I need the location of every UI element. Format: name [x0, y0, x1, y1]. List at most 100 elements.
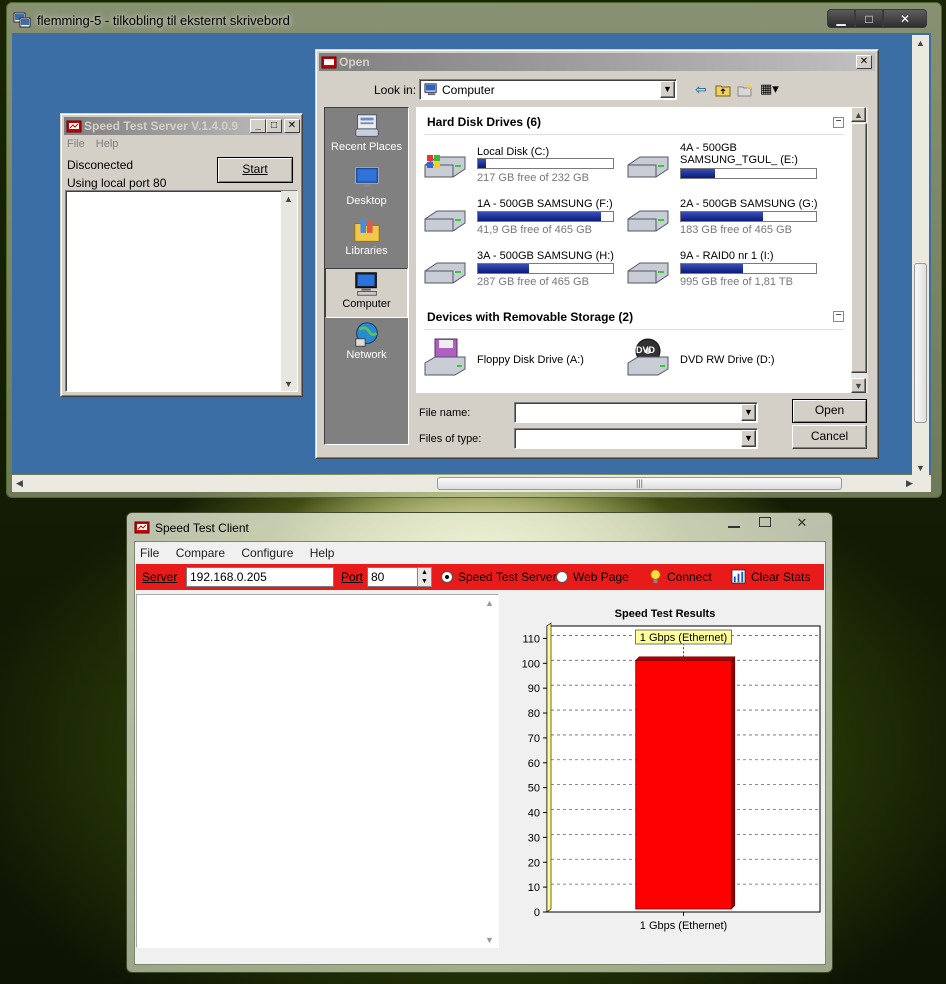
speed-test-server-option[interactable]: Speed Test Server	[458, 570, 557, 584]
minimize-button[interactable]: ▁	[827, 9, 855, 28]
scroll-up-arrow-icon[interactable]: ▲	[851, 107, 866, 122]
server-input[interactable]	[186, 567, 334, 587]
scroll-up-arrow-icon[interactable]: ▲	[482, 595, 497, 610]
server-minimize-button[interactable]: _	[250, 119, 266, 133]
scroll-down-arrow-icon[interactable]: ▼	[482, 932, 497, 947]
desktop-icon	[354, 167, 379, 187]
client-log-box[interactable]: ▲ ▼	[136, 594, 499, 948]
client-log-scrollbar[interactable]: ▲ ▼	[482, 595, 498, 947]
collapse-removable-icon[interactable]: −	[833, 311, 844, 322]
close-button[interactable]: ✕	[883, 9, 927, 28]
drive-usage-bar	[477, 263, 614, 274]
place-computer[interactable]: Computer	[325, 268, 408, 318]
chart-annotation: 1 Gbps (Ethernet)	[640, 632, 727, 644]
place-recent-places[interactable]: Recent Places	[325, 110, 408, 160]
hard-drive-icon	[627, 156, 669, 178]
view-menu-icon[interactable]: ▦▾	[760, 81, 779, 97]
place-libraries[interactable]: Libraries	[325, 216, 408, 266]
clear-stats-icon[interactable]	[731, 569, 746, 584]
drive-usage-fill	[478, 159, 487, 168]
place-network[interactable]: Network	[325, 320, 408, 370]
web-page-option[interactable]: Web Page	[573, 570, 629, 584]
chart-title: Speed Test Results	[615, 608, 716, 620]
server-menu-file[interactable]: File	[67, 138, 85, 150]
scroll-down-arrow-icon[interactable]: ▼	[851, 378, 866, 393]
drive-usage-bar	[477, 211, 614, 222]
server-maximize-button[interactable]: □	[266, 119, 282, 133]
client-close-button[interactable]: ✕	[791, 515, 813, 530]
recent-places-icon	[354, 114, 379, 137]
server-menu-help[interactable]: Help	[96, 138, 119, 150]
cancel-button[interactable]: Cancel	[792, 425, 867, 449]
scroll-up-arrow-icon[interactable]: ▲	[913, 35, 928, 50]
drive-usage-fill	[681, 264, 744, 273]
chevron-down-icon[interactable]: ▼	[741, 430, 756, 447]
chevron-down-icon[interactable]: ▼	[741, 404, 756, 421]
scroll-down-arrow-icon[interactable]: ▼	[913, 460, 928, 475]
menu-configure[interactable]: Configure	[241, 546, 293, 560]
drive-usage-bar	[477, 158, 614, 169]
place-desktop[interactable]: Desktop	[325, 164, 408, 214]
open-button[interactable]: Open	[792, 399, 867, 423]
remote-vertical-scrollbar[interactable]: ▲ ▼	[912, 35, 929, 475]
server-close-button[interactable]: ✕	[284, 119, 300, 133]
lightbulb-icon[interactable]	[648, 569, 663, 584]
maximize-button[interactable]: □	[855, 9, 883, 28]
remote-horizontal-scrollbar[interactable]: ◀ ||| ▶	[12, 475, 931, 492]
speed-test-server-radio[interactable]	[441, 571, 453, 583]
remote-desktop-icon	[13, 12, 31, 28]
scroll-left-arrow-icon[interactable]: ◀	[12, 476, 27, 491]
collapse-hdd-icon[interactable]: −	[833, 117, 844, 128]
open-dialog: Open ✕ Look in: Computer ▼ ⇦ ▦▾ Recent P…	[315, 49, 879, 459]
server-title: Speed Test Server V.1.4.0.9	[84, 119, 239, 133]
look-in-select[interactable]: Computer ▼	[419, 79, 677, 100]
chart-bar-side	[730, 656, 736, 910]
network-icon	[354, 322, 378, 347]
clear-stats-button[interactable]: Clear Stats	[751, 570, 810, 584]
chart-y-tick-label: 90	[528, 683, 540, 695]
up-folder-icon[interactable]	[715, 82, 731, 98]
menu-file[interactable]: File	[140, 546, 159, 560]
file-list-scrollbar[interactable]: ▲ ▼	[851, 107, 868, 393]
client-body: File Compare Configure Help Server Port …	[134, 541, 826, 965]
drive-name: 9A - RAID0 nr 1 (I:)	[680, 250, 774, 262]
new-folder-icon[interactable]	[737, 82, 753, 98]
server-log-scrollbar[interactable]: ▲ ▼	[281, 191, 297, 391]
drive-name: Floppy Disk Drive (A:)	[477, 354, 584, 366]
chart-y-tick-label: 80	[528, 708, 540, 720]
files-of-type-select[interactable]: ▼	[514, 428, 758, 449]
chevron-down-icon[interactable]: ▼	[660, 81, 675, 98]
drive-free-text: 995 GB free of 1,81 TB	[680, 276, 793, 288]
back-icon[interactable]: ⇦	[695, 81, 707, 98]
hard-drive-icon	[627, 210, 669, 232]
menu-help[interactable]: Help	[310, 546, 335, 560]
client-title: Speed Test Client	[155, 521, 249, 535]
file-list[interactable]: Hard Disk Drives (6) − Local Disk (C:) 2…	[416, 107, 868, 393]
scroll-right-arrow-icon[interactable]: ▶	[902, 476, 917, 491]
web-page-radio[interactable]	[556, 571, 568, 583]
file-list-scroll-thumb[interactable]	[851, 123, 867, 373]
computer-large-icon	[354, 272, 377, 296]
remote-vertical-scroll-thumb[interactable]	[914, 263, 927, 423]
drive-free-text: 217 GB free of 232 GB	[477, 172, 589, 184]
server-log-box[interactable]: ▲ ▼	[65, 190, 298, 392]
scroll-up-arrow-icon[interactable]: ▲	[281, 191, 296, 206]
look-in-label: Look in:	[374, 83, 417, 97]
client-maximize-button[interactable]	[759, 517, 771, 527]
port-input[interactable]	[367, 567, 419, 587]
remote-desktop-area[interactable]: Speed Test Server V.1.4.0.9 _ □ ✕ File H…	[12, 33, 931, 474]
file-name-input[interactable]: ▼	[514, 402, 758, 423]
port-stepper[interactable]: ▲ ▼	[417, 567, 432, 587]
menu-compare[interactable]: Compare	[176, 546, 225, 560]
start-button[interactable]: Start	[217, 157, 293, 183]
open-dialog-close-button[interactable]: ✕	[856, 55, 872, 69]
open-dialog-title-bar: Open ✕	[319, 53, 875, 71]
server-port-text: Using local port 80	[67, 176, 167, 190]
chart-y-tick-label: 40	[528, 808, 540, 820]
scroll-down-arrow-icon[interactable]: ▼	[281, 376, 296, 391]
speed-test-chart: Speed Test Results 0 10 20 30 40 50 60 70 80 90 10…	[505, 594, 825, 954]
client-minimize-button[interactable]	[728, 519, 740, 528]
remote-horizontal-scroll-thumb[interactable]: |||	[437, 477, 842, 490]
connect-button[interactable]: Connect	[667, 570, 712, 584]
remote-desktop-window: flemming-5 - tilkobling til eksternt skr…	[6, 2, 942, 498]
